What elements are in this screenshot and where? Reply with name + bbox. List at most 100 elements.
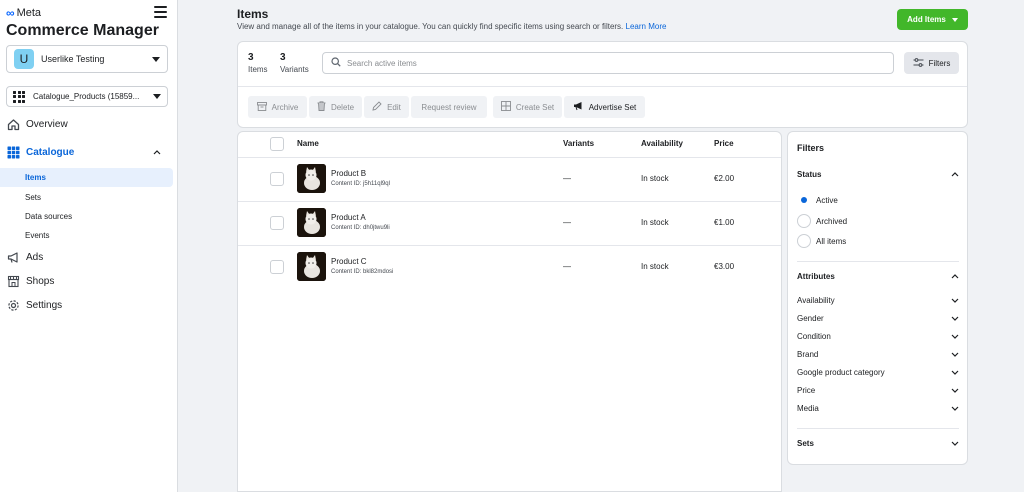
filters-button[interactable]: Filters: [904, 52, 959, 74]
items-table: Name Variants Availability Price Product…: [237, 131, 782, 492]
attribute-price[interactable]: Price: [797, 386, 959, 395]
edit-button[interactable]: Edit: [364, 96, 409, 118]
learn-more-link[interactable]: Learn More: [626, 22, 667, 31]
nav-catalogue[interactable]: Catalogue: [6, 142, 173, 162]
search-input[interactable]: [347, 58, 885, 68]
attribute-label: Media: [797, 404, 819, 413]
row-checkbox[interactable]: [270, 216, 284, 230]
account-selector[interactable]: U Userlike Testing: [6, 45, 168, 73]
nav-shops[interactable]: Shops: [6, 271, 173, 291]
create-set-icon: [500, 101, 511, 113]
radio-checked[interactable]: [797, 193, 811, 207]
request-review-button[interactable]: Request review: [411, 96, 487, 118]
chevron-down-icon: [951, 388, 959, 393]
nav-settings[interactable]: Settings: [6, 295, 173, 315]
sidebar-item-events[interactable]: Events: [0, 226, 173, 245]
add-items-button[interactable]: Add Items: [897, 9, 968, 30]
app-title: Commerce Manager: [6, 22, 159, 39]
create-set-button[interactable]: Create Set: [493, 96, 562, 118]
status-option-label: Archived: [816, 216, 848, 226]
product-name[interactable]: Product A: [331, 213, 366, 222]
delete-button[interactable]: Delete: [309, 96, 362, 118]
column-header-availability[interactable]: Availability: [641, 139, 683, 148]
nav-ads[interactable]: Ads: [6, 247, 173, 267]
chevron-down-icon: [951, 334, 959, 339]
nav-overview[interactable]: Overview: [6, 114, 173, 134]
attribute-brand[interactable]: Brand: [797, 350, 959, 359]
product-name[interactable]: Product C: [331, 257, 367, 266]
attribute-media[interactable]: Media: [797, 404, 959, 413]
product-name[interactable]: Product B: [331, 169, 366, 178]
account-name: Userlike Testing: [41, 54, 105, 64]
radio-unchecked[interactable]: [797, 234, 811, 248]
attribute-gender[interactable]: Gender: [797, 314, 959, 323]
filters-button-label: Filters: [928, 58, 951, 68]
product-thumbnail: [297, 164, 326, 193]
chevron-down-icon: [951, 406, 959, 411]
column-header-variants[interactable]: Variants: [563, 139, 594, 148]
search-icon: [331, 56, 341, 70]
archive-button[interactable]: Archive: [248, 96, 307, 118]
content-id: Content ID: dh0jtwu9li: [331, 225, 390, 231]
radio-unchecked[interactable]: [797, 214, 811, 228]
column-header-price[interactable]: Price: [714, 139, 734, 148]
select-all-checkbox[interactable]: [270, 137, 284, 151]
catalogue-selector[interactable]: Catalogue_Products (15859...: [6, 86, 168, 107]
table-row[interactable]: Product B Content ID: j5h11ql9ql — In st…: [238, 157, 781, 201]
attribute-availability[interactable]: Availability: [797, 296, 959, 305]
attribute-condition[interactable]: Condition: [797, 332, 959, 341]
column-header-name[interactable]: Name: [297, 139, 319, 148]
items-count-label: Items: [248, 65, 268, 74]
variants-cell: —: [563, 218, 571, 227]
chevron-up-icon: [951, 172, 959, 177]
row-checkbox[interactable]: [270, 172, 284, 186]
status-section-header[interactable]: Status: [797, 170, 959, 179]
chevron-down-icon: [951, 298, 959, 303]
nav-shops-label: Shops: [26, 275, 55, 287]
table-row[interactable]: Product C Content ID: bkl82mdosi — In st…: [238, 245, 781, 289]
sets-section-header[interactable]: Sets: [797, 439, 959, 448]
archive-icon: [256, 101, 267, 113]
divider: [797, 261, 959, 262]
attributes-section-header[interactable]: Attributes: [797, 272, 959, 281]
pencil-icon: [372, 101, 382, 113]
advertise-set-label: Advertise Set: [588, 102, 637, 112]
hamburger-menu-icon[interactable]: [154, 6, 167, 18]
summary-card: 3 Items 3 Variants Filters Archive Delet…: [237, 41, 968, 128]
attribute-google-product-category[interactable]: Google product category: [797, 368, 959, 377]
gear-icon: [6, 298, 20, 312]
search-box[interactable]: [322, 52, 894, 74]
chevron-up-icon: [153, 147, 161, 158]
meta-logo-text: Meta: [16, 7, 42, 19]
add-items-label: Add Items: [907, 15, 946, 24]
variants-count-stat: 3 Variants: [280, 52, 309, 74]
sidebar-item-data-sources[interactable]: Data sources: [0, 207, 173, 226]
availability-cell: In stock: [641, 262, 669, 271]
attribute-label: Brand: [797, 350, 819, 359]
advertise-set-button[interactable]: Advertise Set: [564, 96, 645, 118]
page-title: Items: [237, 7, 269, 21]
availability-cell: In stock: [641, 218, 669, 227]
create-set-label: Create Set: [515, 102, 555, 112]
attribute-label: Price: [797, 386, 816, 395]
sidebar-item-items[interactable]: Items: [0, 168, 173, 187]
sidebar-item-sets[interactable]: Sets: [0, 188, 173, 207]
chevron-down-icon: [951, 441, 959, 446]
status-option-archived[interactable]: Archived: [797, 214, 847, 228]
status-option-label: Active: [816, 195, 838, 205]
chevron-down-icon: [951, 352, 959, 357]
chevron-down-icon: [152, 56, 160, 62]
archive-label: Archive: [271, 102, 299, 112]
attribute-label: Gender: [797, 314, 824, 323]
status-option-all-items[interactable]: All items: [797, 234, 846, 248]
status-section-label: Status: [797, 170, 822, 179]
availability-cell: In stock: [641, 174, 669, 183]
delete-label: Delete: [330, 102, 355, 112]
table-row[interactable]: Product A Content ID: dh0jtwu9li — In st…: [238, 201, 781, 245]
row-checkbox[interactable]: [270, 260, 284, 274]
meta-logo[interactable]: ∞ Meta: [6, 6, 41, 20]
sidebar: ∞ Meta Commerce Manager U Userlike Testi…: [0, 0, 178, 492]
status-option-active[interactable]: Active: [797, 193, 838, 207]
filters-panel: Filters Status Active Archived All items…: [787, 131, 968, 465]
divider: [238, 86, 967, 87]
